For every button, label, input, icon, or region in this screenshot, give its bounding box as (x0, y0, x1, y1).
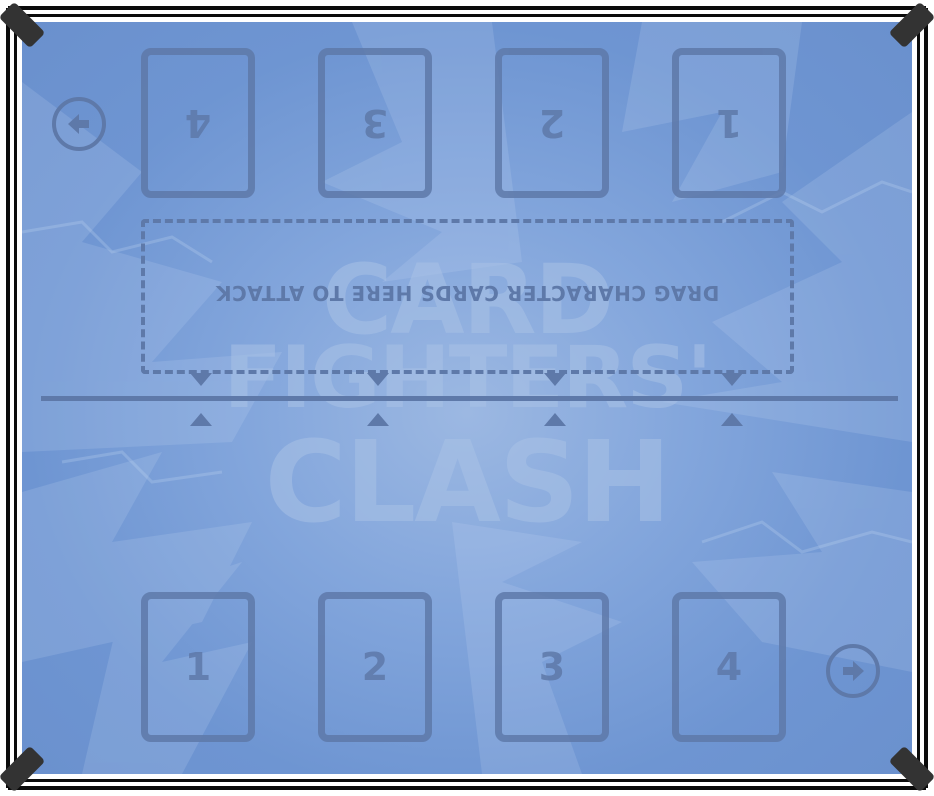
player-slot-4[interactable]: 4 (672, 592, 786, 742)
player-slot-2[interactable]: 2 (318, 592, 432, 742)
opponent-slot-1[interactable]: 1 (672, 48, 786, 198)
lane-arrow-down-icon (721, 373, 743, 386)
lane-arrow-up-icon (367, 413, 389, 426)
opponent-slot-4[interactable]: 4 (141, 48, 255, 198)
slot-number: 3 (361, 101, 389, 145)
lane-arrow-up-icon (544, 413, 566, 426)
prev-button[interactable] (52, 97, 106, 151)
attack-drop-zone[interactable]: DRAG CHARACTER CARDS HERE TO ATTACK (141, 219, 794, 374)
slot-number: 3 (538, 645, 566, 689)
player-slot-1[interactable]: 1 (141, 592, 255, 742)
slot-number: 2 (361, 645, 389, 689)
arrow-right-icon (843, 661, 864, 681)
rope-left-outer (6, 8, 10, 788)
opponent-slot-2[interactable]: 2 (495, 48, 609, 198)
rope-bottom-outer (8, 786, 926, 790)
slot-number: 1 (184, 645, 212, 689)
lane-arrow-up-icon (190, 413, 212, 426)
rope-top-inner (14, 14, 920, 17)
slot-number: 2 (538, 101, 566, 145)
logo-line-clash: CLASH (264, 418, 672, 548)
game-stage: CARD FIGHTERS' CLASH 4 3 2 1 DRAG CHARAC… (0, 0, 934, 796)
lane-arrow-down-icon (367, 373, 389, 386)
slot-number: 1 (715, 101, 743, 145)
rope-left-inner (14, 14, 17, 782)
lane-arrow-down-icon (544, 373, 566, 386)
slot-number: 4 (184, 101, 212, 145)
lane-arrow-up-icon (721, 413, 743, 426)
slot-number: 4 (715, 645, 743, 689)
lane-arrow-down-icon (190, 373, 212, 386)
rope-bottom-inner (14, 779, 920, 782)
drop-zone-label: DRAG CHARACTER CARDS HERE TO ATTACK (215, 281, 720, 305)
next-button[interactable] (826, 644, 880, 698)
rope-top-outer (8, 6, 926, 10)
player-slot-3[interactable]: 3 (495, 592, 609, 742)
rope-right-inner (917, 14, 920, 782)
center-divider (41, 396, 898, 401)
opponent-slot-3[interactable]: 3 (318, 48, 432, 198)
arrow-left-icon (68, 114, 89, 134)
rope-right-outer (924, 8, 928, 788)
